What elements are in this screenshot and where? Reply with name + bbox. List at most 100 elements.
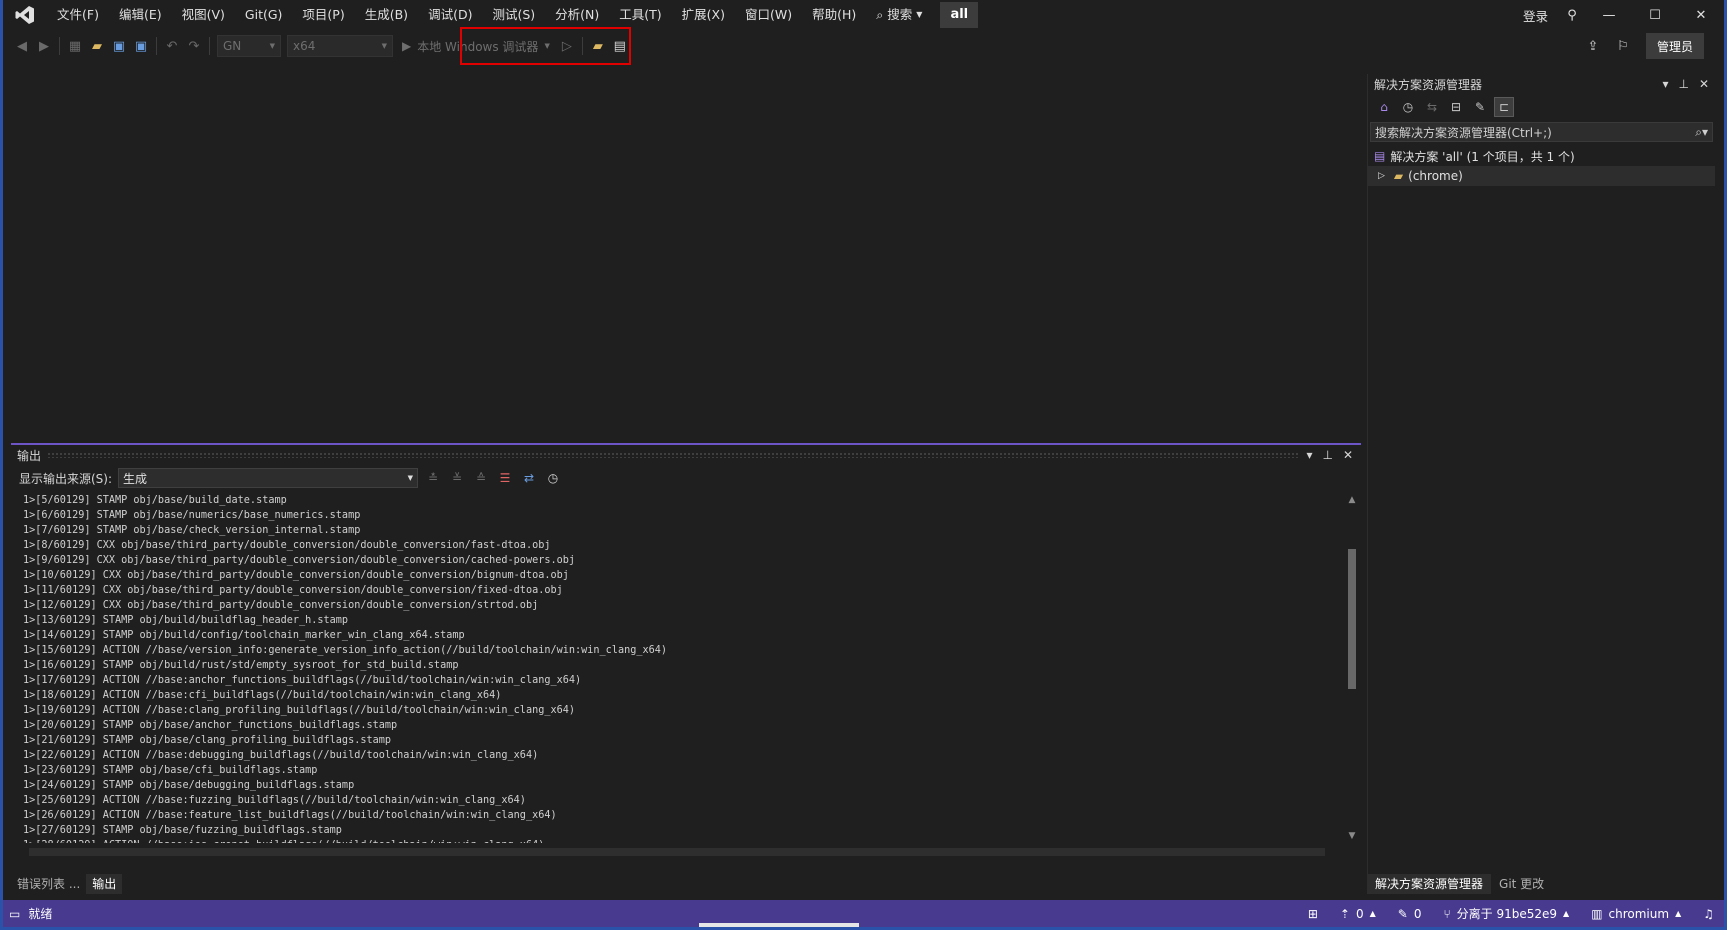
pending-changes[interactable]: ✎ 0 bbox=[1398, 907, 1422, 921]
new-project-icon[interactable]: ▦ bbox=[65, 36, 85, 56]
word-wrap-icon[interactable]: ⇄ bbox=[520, 469, 538, 487]
open-folder-icon[interactable]: ▰ bbox=[87, 36, 107, 56]
feedback-icon[interactable]: ⚲ bbox=[1558, 0, 1586, 30]
pending-changes-icon[interactable]: ◷ bbox=[1398, 97, 1418, 117]
log-line: 1>[28/60129] ACTION //base:ios_cronet_bu… bbox=[23, 838, 1343, 843]
log-line: 1>[6/60129] STAMP obj/base/numerics/base… bbox=[23, 510, 361, 521]
visual-studio-logo-icon[interactable] bbox=[3, 0, 47, 30]
output-panel-controls: ▾ ⊥ ✕ bbox=[1306, 448, 1361, 462]
menu-project[interactable]: 项目(P) bbox=[292, 0, 354, 30]
tab-git-changes[interactable]: Git 更改 bbox=[1491, 874, 1552, 894]
menu-debug[interactable]: 调试(D) bbox=[418, 0, 482, 30]
live-share-icon[interactable]: ⚐ bbox=[1613, 36, 1633, 56]
configuration-dropdown[interactable]: GN ▼ bbox=[217, 35, 281, 57]
menu-file[interactable]: 文件(F) bbox=[47, 0, 109, 30]
output-source-select[interactable]: 生成 ▼ bbox=[118, 468, 419, 488]
clear-all-icon[interactable]: ☰ bbox=[496, 469, 514, 487]
search-icon[interactable]: ⌕▾ bbox=[1695, 125, 1708, 140]
platform-dropdown[interactable]: x64 ▼ bbox=[287, 35, 393, 57]
scrollbar-thumb[interactable] bbox=[1348, 549, 1356, 689]
status-bar: ▭ 就绪 ⊞ ⇡ 0 ▲ ✎ 0 ⑂ 分离于 91be52e9 ▲ ▥ chro… bbox=[3, 900, 1724, 927]
output-horizontal-scrollbar[interactable] bbox=[11, 845, 1343, 859]
tab-error-list[interactable]: 错误列表 ... bbox=[11, 874, 86, 894]
solution-node-label: 解决方案 'all' (1 个项目，共 1 个) bbox=[1390, 149, 1575, 164]
chevron-down-icon: ▼ bbox=[269, 42, 275, 50]
global-search-button[interactable]: ⌕ 搜索 ▼ bbox=[866, 0, 932, 30]
bell-icon[interactable]: ♫ bbox=[1703, 907, 1714, 921]
output-panel-title: 输出 bbox=[17, 448, 42, 463]
save-icon[interactable]: ▣ bbox=[109, 36, 129, 56]
menu-git[interactable]: Git(G) bbox=[235, 0, 293, 30]
log-line: 1>[9/60129] CXX obj/base/third_party/dou… bbox=[23, 555, 576, 566]
previous-message-icon[interactable]: ≚ bbox=[448, 469, 466, 487]
window-position-icon[interactable]: ▾ bbox=[1306, 448, 1312, 462]
chevron-right-icon[interactable]: ▷ bbox=[1378, 171, 1385, 181]
minimize-button[interactable]: — bbox=[1586, 0, 1632, 30]
login-link[interactable]: 登录 bbox=[1523, 6, 1548, 25]
branch-selector[interactable]: ⑂ 分离于 91be52e9 ▲ bbox=[1443, 905, 1569, 922]
output-vertical-scrollbar[interactable]: ▲ ▼ bbox=[1343, 493, 1361, 843]
notification-center-icon[interactable]: ⊞ bbox=[1308, 907, 1318, 921]
branch-name: 分离于 91be52e9 bbox=[1456, 907, 1558, 921]
scroll-down-icon[interactable]: ▼ bbox=[1343, 831, 1361, 841]
menu-view[interactable]: 视图(V) bbox=[172, 0, 235, 30]
solution-name-badge[interactable]: all bbox=[940, 2, 979, 28]
window-position-icon[interactable]: ▾ bbox=[1662, 77, 1668, 91]
home-icon[interactable]: ⌂ bbox=[1374, 97, 1394, 117]
menu-bar: 文件(F) 编辑(E) 视图(V) Git(G) 项目(P) 生成(B) 调试(… bbox=[47, 0, 979, 30]
repository-selector[interactable]: ▥ chromium ▲ bbox=[1591, 907, 1681, 921]
timestamp-icon[interactable]: ◷ bbox=[544, 469, 562, 487]
tab-solution-explorer[interactable]: 解决方案资源管理器 bbox=[1367, 874, 1492, 894]
admin-badge[interactable]: 管理员 bbox=[1646, 33, 1704, 59]
tree-item-project[interactable]: ▷ ▰ (chrome) bbox=[1368, 166, 1715, 186]
close-button[interactable]: ✕ bbox=[1678, 0, 1724, 30]
preview-icon[interactable]: ⊏ bbox=[1494, 97, 1514, 117]
pin-icon[interactable]: ⊥ bbox=[1678, 77, 1688, 91]
solution-tree: ▤ 解决方案 'all' (1 个项目，共 1 个) ▷ ▰ (chrome) bbox=[1368, 146, 1715, 186]
collapse-all-icon[interactable]: ⊟ bbox=[1446, 97, 1466, 117]
menu-help[interactable]: 帮助(H) bbox=[802, 0, 866, 30]
solution-explorer-controls: ▾ ⊥ ✕ bbox=[1662, 77, 1709, 91]
back-icon[interactable]: ◀ bbox=[12, 36, 32, 56]
menu-build[interactable]: 生成(B) bbox=[355, 0, 418, 30]
panel-drag-grip[interactable] bbox=[47, 452, 1301, 458]
vs-window: 文件(F) 编辑(E) 视图(V) Git(G) 项目(P) 生成(B) 调试(… bbox=[0, 0, 1727, 930]
solution-search-input[interactable]: 搜索解决方案资源管理器(Ctrl+;) ⌕▾ bbox=[1370, 122, 1713, 142]
pin-icon[interactable]: ⊥ bbox=[1322, 448, 1332, 462]
pencil-icon: ✎ bbox=[1397, 906, 1408, 921]
editor-area[interactable] bbox=[11, 66, 1361, 442]
scroll-up-icon[interactable]: ▲ bbox=[1343, 495, 1361, 505]
scrollbar-thumb[interactable] bbox=[29, 848, 1325, 856]
sync-icon[interactable]: ⇆ bbox=[1422, 97, 1442, 117]
menu-test[interactable]: 测试(S) bbox=[482, 0, 545, 30]
maximize-button[interactable]: ☐ bbox=[1632, 0, 1678, 30]
redo-icon[interactable]: ↷ bbox=[184, 36, 204, 56]
close-icon[interactable]: ✕ bbox=[1699, 77, 1709, 91]
close-icon[interactable]: ✕ bbox=[1343, 448, 1353, 462]
output-window-icon[interactable]: ▭ bbox=[9, 907, 20, 921]
output-toolbar: 显示输出来源(S): 生成 ▼ ≛ ≚ ≙ ☰ ⇄ ◷ bbox=[11, 465, 1361, 491]
unpushed-commits[interactable]: ⇡ 0 ▲ bbox=[1340, 907, 1376, 921]
menu-edit[interactable]: 编辑(E) bbox=[109, 0, 172, 30]
properties-icon[interactable]: ✎ bbox=[1470, 97, 1490, 117]
log-line: 1>[19/60129] ACTION //base:clang_profili… bbox=[23, 705, 576, 716]
output-source-value: 生成 bbox=[123, 471, 148, 486]
next-message-icon[interactable]: ≙ bbox=[472, 469, 490, 487]
menu-analyze[interactable]: 分析(N) bbox=[545, 0, 609, 30]
undo-icon[interactable]: ↶ bbox=[162, 36, 182, 56]
tab-output[interactable]: 输出 bbox=[86, 874, 123, 894]
menu-window[interactable]: 窗口(W) bbox=[735, 0, 802, 30]
share-icon[interactable]: ⇪ bbox=[1583, 36, 1603, 56]
configuration-value: GN bbox=[223, 39, 242, 53]
menu-tools[interactable]: 工具(T) bbox=[609, 0, 671, 30]
menu-extensions[interactable]: 扩展(X) bbox=[672, 0, 735, 30]
search-icon: ⌕ bbox=[876, 7, 884, 22]
log-line: 1>[11/60129] CXX obj/base/third_party/do… bbox=[23, 585, 563, 596]
find-message-icon[interactable]: ≛ bbox=[424, 469, 442, 487]
log-line: 1>[7/60129] STAMP obj/base/check_version… bbox=[23, 525, 361, 536]
output-log[interactable]: 1>[5/60129] STAMP obj/base/build_date.st… bbox=[11, 493, 1343, 843]
save-all-icon[interactable]: ▣ bbox=[131, 36, 151, 56]
status-bar-notch bbox=[699, 923, 859, 927]
tree-item-solution[interactable]: ▤ 解决方案 'all' (1 个项目，共 1 个) bbox=[1368, 146, 1715, 166]
forward-icon[interactable]: ▶ bbox=[34, 36, 54, 56]
